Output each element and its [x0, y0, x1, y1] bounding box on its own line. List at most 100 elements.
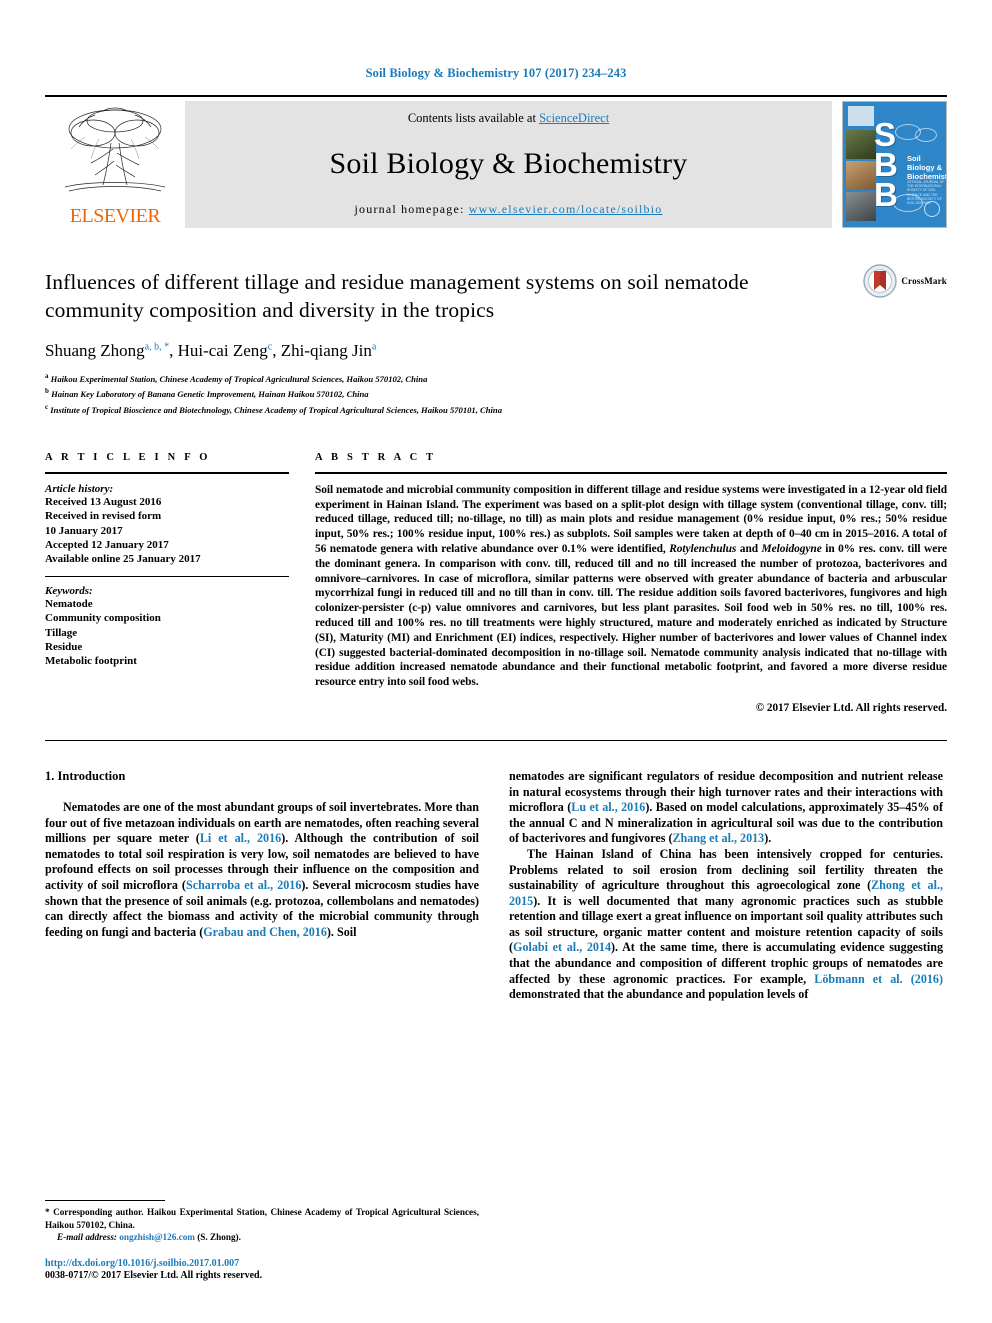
- abstract-heading: A B S T R A C T: [315, 451, 437, 463]
- affiliation-item: c Institute of Tropical Bioscience and B…: [45, 401, 947, 416]
- article-info-rule: [45, 471, 289, 474]
- keywords-label: Keywords:: [45, 584, 93, 597]
- article-page: Soil Biology & Biochemistry 107 (2017) 2…: [0, 0, 992, 1323]
- keyword-item: Metabolic footprint: [45, 655, 137, 668]
- affiliation-list: a Haikou Experimental Station, Chinese A…: [45, 370, 947, 416]
- cover-initials: SBB: [874, 116, 898, 213]
- email-note: E-mail address: ongzhish@126.com (S. Zho…: [45, 1231, 479, 1243]
- section-heading-introduction: 1. Introduction: [45, 768, 126, 783]
- article-history-item: Accepted 12 January 2017: [45, 539, 169, 552]
- intro-text-segment: ). Soil: [326, 924, 357, 939]
- title-block: CrossMark Influences of different tillag…: [45, 264, 947, 416]
- citation-link[interactable]: Grabau and Chen, 2016: [203, 925, 327, 939]
- affiliation-text: Hainan Key Laboratory of Banana Genetic …: [51, 389, 369, 400]
- author-name: Shuang Zhong: [45, 341, 145, 360]
- article-history-item: Received in revised form: [45, 510, 162, 523]
- intro-paragraph-left: Nematodes are one of the most abundant g…: [45, 800, 479, 940]
- article-info-column: A R T I C L E I N F O Article history: R…: [45, 452, 315, 714]
- body-columns: 1. Introduction Nematodes are one of the…: [45, 769, 947, 1003]
- keywords-block: Keywords: Nematode Community composition…: [45, 585, 289, 669]
- body-column-left: 1. Introduction Nematodes are one of the…: [45, 769, 479, 1003]
- author-name: Zhi-qiang Jin: [280, 341, 372, 360]
- author-affil-marks[interactable]: a, b, *: [145, 341, 169, 352]
- article-history-item: Available online 25 January 2017: [45, 553, 201, 566]
- journal-banner: Contents lists available at ScienceDirec…: [185, 101, 832, 228]
- crossmark-badge[interactable]: CrossMark: [863, 264, 947, 298]
- cover-journal-title: Soil Biology & Biochemistry: [907, 154, 946, 181]
- journal-homepage-line: journal homepage: www.elsevier.com/locat…: [355, 202, 663, 217]
- footnote-rule: [45, 1200, 165, 1202]
- elsevier-wordmark: ELSEVIER: [69, 205, 161, 227]
- crossmark-label: CrossMark: [901, 276, 947, 286]
- keyword-item: Community composition: [45, 612, 161, 625]
- journal-cover-thumbnail: SBB Soil Biology & Biochemistry OFFICIAL…: [842, 101, 947, 228]
- masthead-top-rule: [45, 95, 947, 97]
- abstract-text: Soil nematode and microbial community co…: [315, 483, 947, 690]
- author-name: Hui-cai Zeng: [177, 341, 268, 360]
- cover-seal-icon: [924, 201, 940, 217]
- corresponding-author-note: * Corresponding author. Haikou Experimen…: [45, 1207, 479, 1230]
- elsevier-logo: ELSEVIER: [45, 101, 185, 228]
- keyword-item: Tillage: [45, 626, 78, 639]
- article-history-item: 10 January 2017: [45, 524, 123, 537]
- abstract-part-2: in 0% res. conv. till were the dominant …: [315, 542, 948, 689]
- citation-link[interactable]: Golabi et al., 2014: [513, 940, 611, 954]
- doi-link[interactable]: http://dx.doi.org/10.1016/j.soilbio.2017…: [45, 1258, 239, 1269]
- keyword-item: Nematode: [45, 597, 93, 610]
- affiliation-mark: a: [45, 372, 49, 380]
- cover-decorative-shape: [915, 128, 937, 142]
- affiliation-text: Haikou Experimental Station, Chinese Aca…: [50, 373, 428, 384]
- contents-prefix: Contents lists available at: [407, 111, 540, 125]
- intro-paragraph-right-continued: nematodes are significant regulators of …: [509, 769, 943, 847]
- homepage-prefix: journal homepage:: [354, 202, 469, 216]
- footnote-block: * Corresponding author. Haikou Experimen…: [45, 1200, 479, 1281]
- genus-name-meloidogyne: Meloidogyne: [761, 542, 822, 555]
- author-affil-marks[interactable]: c: [268, 341, 272, 352]
- sciencedirect-link[interactable]: ScienceDirect: [539, 111, 609, 125]
- email-link[interactable]: ongzhish@126.com: [119, 1232, 195, 1242]
- journal-homepage-link[interactable]: www.elsevier.com/locate/soilbio: [469, 202, 663, 216]
- affiliation-item: b Hainan Key Laboratory of Banana Geneti…: [45, 385, 947, 400]
- journal-title: Soil Biology & Biochemistry: [329, 147, 688, 180]
- abstract-column: A B S T R A C T Soil nematode and microb…: [315, 452, 947, 714]
- intro-paragraph-hainan: The Hainan Island of China has been inte…: [509, 847, 943, 1003]
- citation-link[interactable]: Scharroba et al., 2016: [186, 878, 301, 892]
- elsevier-tree-icon: [64, 107, 166, 192]
- email-suffix: (S. Zhong).: [194, 1231, 241, 1242]
- contents-line: Contents lists available at ScienceDirec…: [408, 111, 609, 126]
- cover-publisher-mark: [848, 106, 874, 126]
- affiliation-mark: b: [45, 387, 49, 396]
- article-history-label: Article history:: [45, 482, 114, 495]
- running-head: Soil Biology & Biochemistry 107 (2017) 2…: [365, 66, 627, 80]
- cover-photo-tile: [846, 192, 876, 221]
- journal-masthead: ELSEVIER Contents lists available at Sci…: [45, 95, 947, 228]
- intro-text-segment: ).: [764, 831, 772, 846]
- author-list: Shuang Zhonga, b, *, Hui-cai Zengc, Zhi-…: [45, 341, 377, 360]
- affiliation-text: Institute of Tropical Bioscience and Bio…: [50, 404, 503, 415]
- email-label: E-mail address:: [57, 1231, 117, 1242]
- cover-photo-tile: [846, 130, 876, 159]
- abstract-conjunction: and: [736, 542, 762, 555]
- citation-link[interactable]: Li et al., 2016: [200, 831, 281, 845]
- citation-link[interactable]: Löbmann et al. (2016): [814, 972, 943, 986]
- info-abstract-region: A R T I C L E I N F O Article history: R…: [45, 452, 947, 714]
- keyword-item: Residue: [45, 641, 83, 654]
- doi-link-wrap: http://dx.doi.org/10.1016/j.soilbio.2017…: [45, 1258, 479, 1269]
- crossmark-icon: [863, 264, 898, 298]
- article-info-heading: A R T I C L E I N F O: [45, 451, 211, 463]
- page-title: Influences of different tillage and resi…: [45, 270, 749, 322]
- abstract-rule: [315, 471, 947, 474]
- author-affil-marks[interactable]: a: [372, 341, 376, 352]
- abstract-copyright: © 2017 Elsevier Ltd. All rights reserved…: [755, 701, 947, 714]
- citation-link[interactable]: Lu et al., 2016: [571, 800, 645, 814]
- body-column-right: nematodes are significant regulators of …: [509, 769, 943, 1003]
- body-separator-rule: [45, 739, 947, 741]
- citation-link[interactable]: Zhang et al., 2013: [672, 831, 764, 845]
- cover-photo-tile: [846, 161, 876, 190]
- article-history-item: Received 13 August 2016: [45, 495, 162, 508]
- intro-text-segment: demonstrated that the abundance and popu…: [509, 987, 809, 1002]
- issn-copyright: 0038-0717/© 2017 Elsevier Ltd. All right…: [45, 1270, 263, 1281]
- keywords-rule: [45, 575, 289, 577]
- genus-name-rotylenchulus: Rotylenchulus: [669, 542, 737, 555]
- affiliation-item: a Haikou Experimental Station, Chinese A…: [45, 370, 947, 385]
